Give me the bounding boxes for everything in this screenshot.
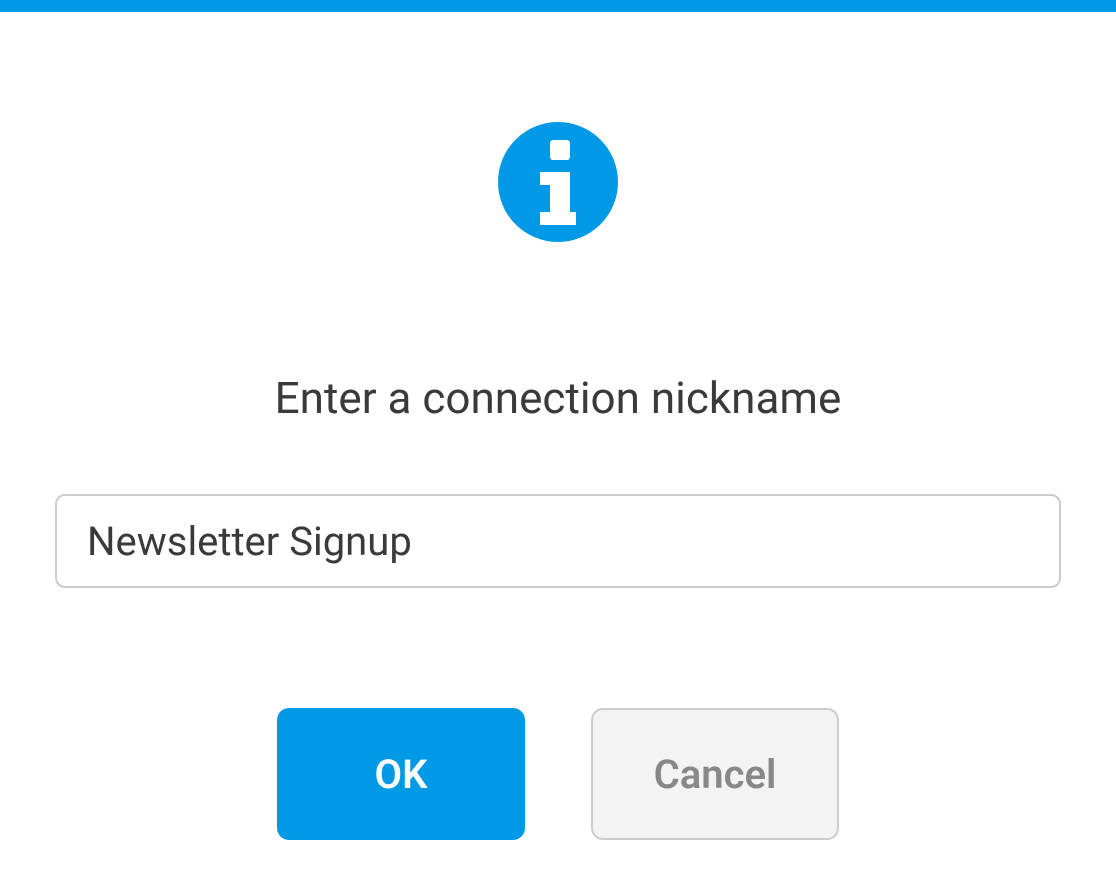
nickname-input[interactable] (55, 494, 1061, 588)
ok-button[interactable]: OK (277, 708, 525, 840)
top-accent-bar (0, 0, 1116, 12)
button-row: OK Cancel (277, 708, 839, 840)
dialog-title: Enter a connection nickname (275, 372, 842, 424)
nickname-dialog: Enter a connection nickname OK Cancel (0, 12, 1116, 840)
cancel-button[interactable]: Cancel (591, 708, 839, 840)
info-icon (498, 122, 618, 242)
